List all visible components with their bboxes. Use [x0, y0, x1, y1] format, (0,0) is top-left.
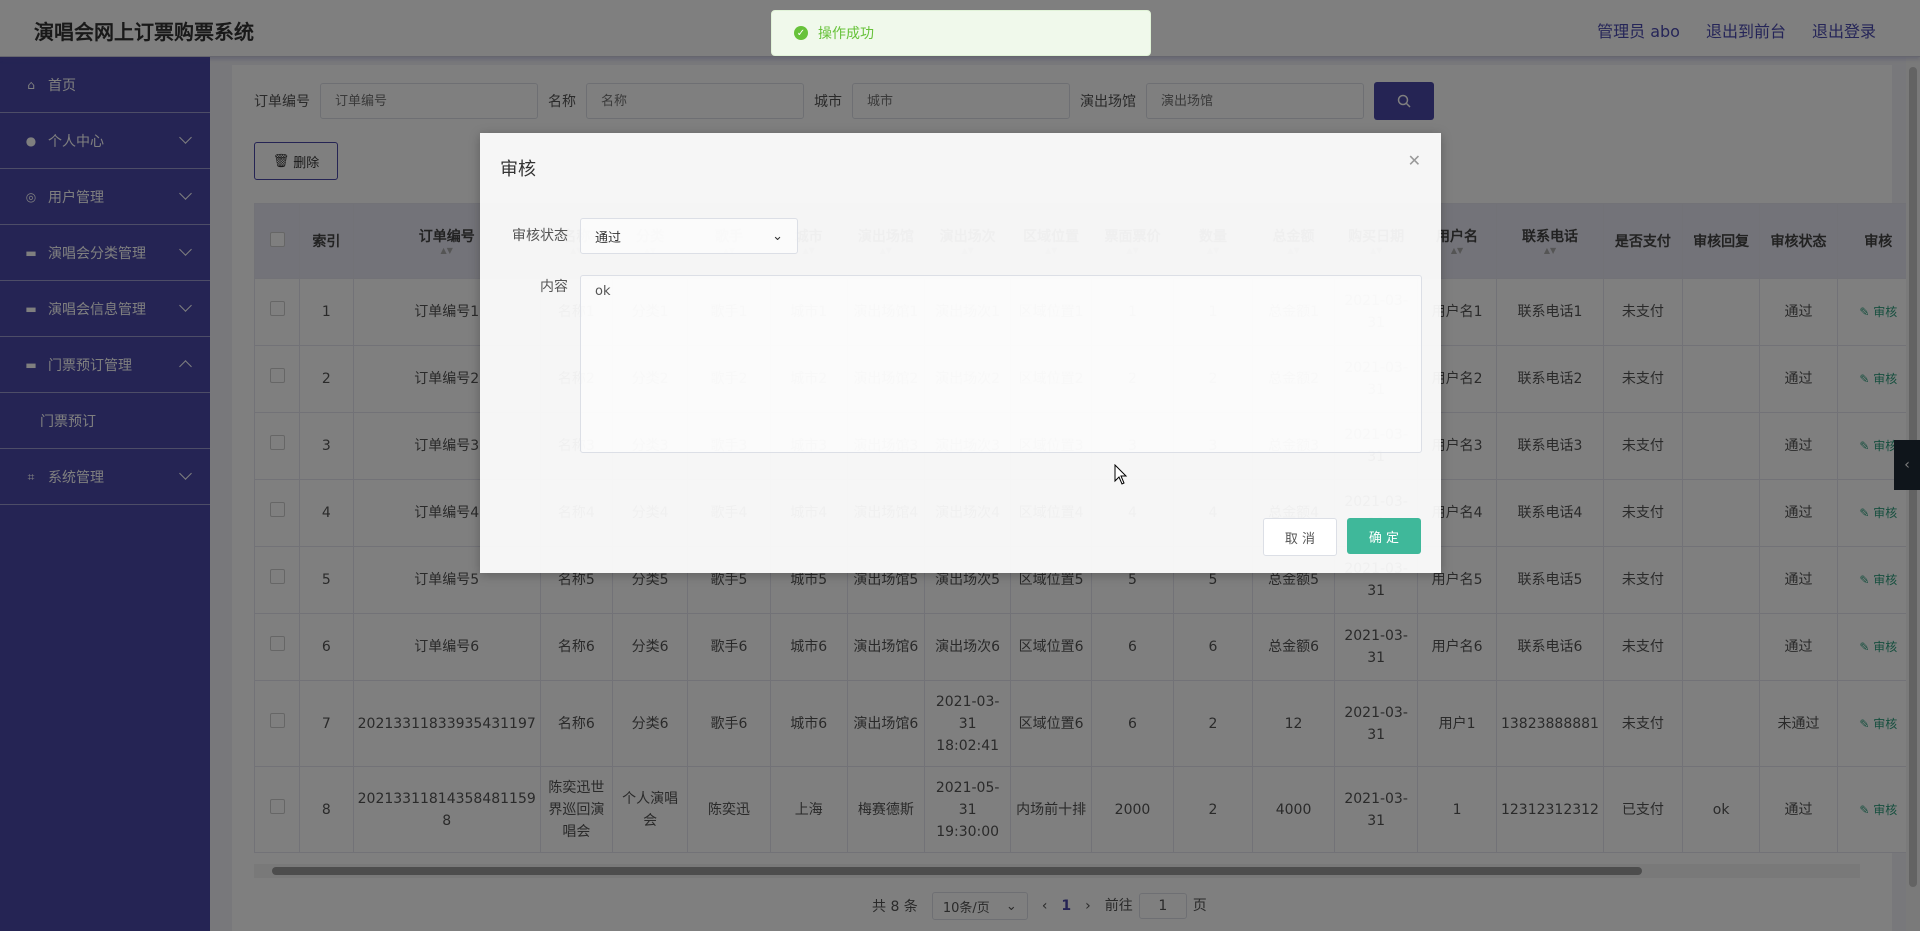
- toast-message: 操作成功: [818, 26, 874, 42]
- chevron-down-icon: ⌄: [772, 228, 783, 244]
- dialog-buttons: 取 消 确 定: [1263, 518, 1421, 556]
- success-toast: ✓ 操作成功: [771, 10, 1151, 56]
- content-row: 内容: [480, 275, 1422, 453]
- confirm-button[interactable]: 确 定: [1347, 518, 1421, 554]
- status-label: 审核状态: [512, 228, 568, 244]
- dialog-title: 审核: [500, 159, 536, 180]
- audit-dialog: 审核 ✕ 审核状态 通过 ⌄ 内容 取 消 确 定: [480, 133, 1441, 573]
- close-icon[interactable]: ✕: [1408, 151, 1421, 170]
- status-select[interactable]: 通过 ⌄: [580, 218, 798, 254]
- content-label: 内容: [540, 279, 568, 295]
- content-textarea[interactable]: [580, 275, 1422, 453]
- mouse-cursor-icon: [1114, 464, 1128, 485]
- status-value: 通过: [595, 230, 622, 246]
- check-circle-icon: ✓: [794, 26, 808, 40]
- cancel-button[interactable]: 取 消: [1263, 518, 1337, 556]
- status-row: 审核状态 通过 ⌄: [480, 218, 798, 254]
